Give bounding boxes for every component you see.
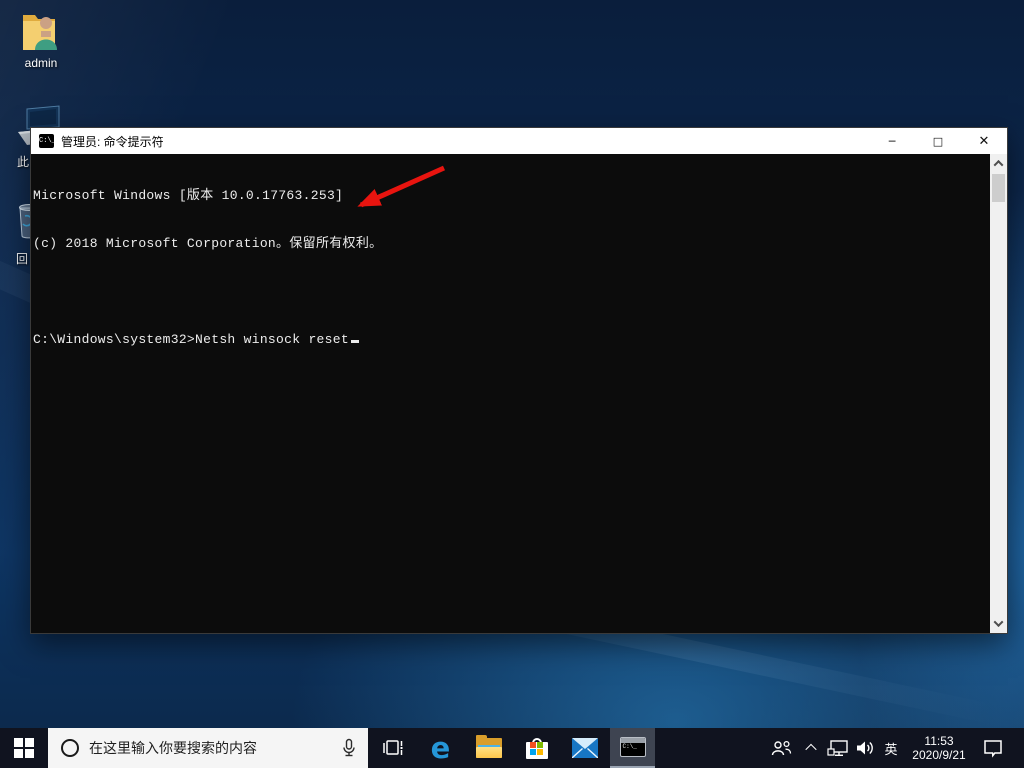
- volume-button[interactable]: [851, 728, 878, 768]
- console-line: Microsoft Windows [版本 10.0.17763.253]: [33, 188, 990, 204]
- task-view-icon: [381, 736, 405, 760]
- cmd-taskbar-button[interactable]: C:\_: [610, 728, 655, 768]
- file-explorer-icon: [476, 738, 502, 758]
- clock-time: 11:53: [924, 734, 953, 748]
- search-input[interactable]: [89, 740, 340, 756]
- minimize-button[interactable]: ─: [869, 128, 915, 154]
- console-line: (c) 2018 Microsoft Corporation。保留所有权利。: [33, 236, 990, 252]
- hidden-icons-button[interactable]: [798, 728, 824, 768]
- people-button[interactable]: [764, 728, 798, 768]
- clock-date: 2020/9/21: [912, 748, 965, 762]
- maximize-button[interactable]: □: [915, 128, 961, 154]
- edge-button[interactable]: e: [418, 728, 463, 768]
- task-view-button[interactable]: [370, 728, 415, 768]
- taskbar: e: [0, 728, 1024, 768]
- cortana-icon: [61, 739, 79, 757]
- file-explorer-button[interactable]: [466, 728, 511, 768]
- console-text[interactable]: Microsoft Windows [版本 10.0.17763.253] (c…: [31, 154, 990, 633]
- action-center-icon: [981, 737, 1005, 759]
- mail-icon: [572, 738, 598, 758]
- desktop: admin 此 回 C:\_ 管理员: 命令提示符 ─ □ ✕ Microsof…: [0, 0, 1024, 768]
- desktop-icon-this-pc-label: 此: [17, 153, 29, 170]
- volume-icon: [854, 738, 876, 758]
- scroll-down-button[interactable]: [990, 615, 1007, 632]
- cmd-taskbar-icon: C:\_: [620, 737, 646, 757]
- scroll-up-button[interactable]: [990, 155, 1007, 172]
- user-folder-icon: [21, 8, 61, 54]
- start-button[interactable]: [0, 728, 48, 768]
- close-button[interactable]: ✕: [961, 128, 1007, 154]
- scrollbar-thumb[interactable]: [992, 174, 1005, 202]
- store-button[interactable]: [514, 728, 559, 768]
- desktop-icon-recycle-bin-label: 回: [16, 250, 28, 267]
- windows-logo-icon: [14, 738, 34, 758]
- store-icon: [526, 738, 548, 759]
- desktop-icon-label: admin: [25, 56, 58, 70]
- people-icon: [769, 737, 793, 759]
- text-cursor: [351, 340, 359, 343]
- console-prompt-line: C:\Windows\system32>Netsh winsock reset: [33, 332, 990, 348]
- console-scrollbar[interactable]: [990, 154, 1007, 633]
- chevron-up-icon: [805, 744, 816, 755]
- cmd-window: C:\_ 管理员: 命令提示符 ─ □ ✕ Microsoft Windows …: [30, 127, 1008, 634]
- taskbar-search-box[interactable]: [48, 728, 368, 768]
- network-icon: [827, 738, 849, 758]
- console-command: C:\Windows\system32>Netsh winsock reset: [33, 332, 349, 347]
- desktop-icon-admin[interactable]: admin: [10, 8, 72, 70]
- action-center-button[interactable]: [974, 728, 1012, 768]
- mail-button[interactable]: [562, 728, 607, 768]
- language-indicator[interactable]: 英: [878, 728, 904, 768]
- microphone-icon[interactable]: [340, 738, 358, 758]
- console-line: [33, 284, 990, 300]
- cmd-app-icon: C:\_: [39, 134, 54, 148]
- window-title: 管理员: 命令提示符: [61, 133, 869, 150]
- cmd-titlebar[interactable]: C:\_ 管理员: 命令提示符 ─ □ ✕: [31, 128, 1007, 154]
- console-area[interactable]: Microsoft Windows [版本 10.0.17763.253] (c…: [31, 154, 1007, 633]
- network-button[interactable]: [824, 728, 851, 768]
- edge-icon: e: [431, 734, 451, 762]
- clock[interactable]: 11:53 2020/9/21: [904, 728, 974, 768]
